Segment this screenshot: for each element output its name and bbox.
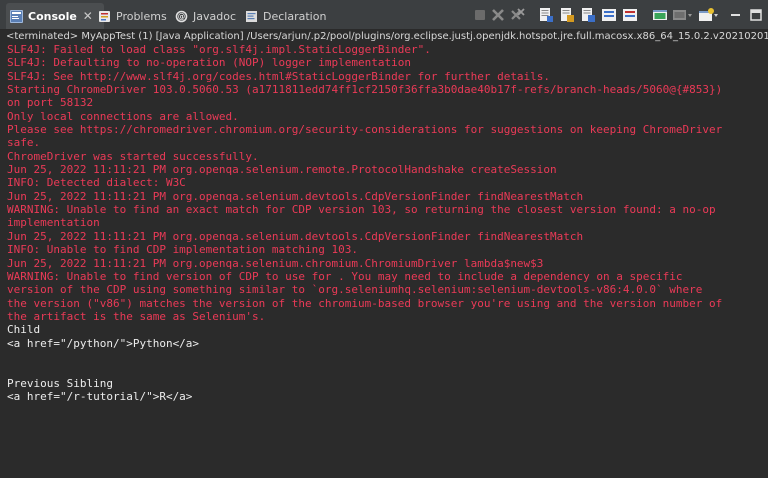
- console-line: INFO: Detected dialect: W3C: [7, 176, 186, 190]
- word-wrap-icon[interactable]: [559, 7, 575, 23]
- new-console-view-icon[interactable]: [698, 7, 720, 23]
- declaration-icon: [245, 10, 258, 23]
- open-console-icon[interactable]: [672, 7, 694, 23]
- console-line: WARNING: Unable to find an exact match f…: [7, 203, 716, 217]
- tab-label: Javadoc: [193, 9, 236, 23]
- remove-all-terminated-icon[interactable]: [510, 7, 526, 23]
- view-tab-bar: Console ✕ Problems @ Javadoc Declaration: [0, 0, 768, 30]
- console-line: Starting ChromeDriver 103.0.5060.53 (a17…: [7, 83, 723, 97]
- console-line: Jun 25, 2022 11:11:21 PM org.openqa.sele…: [7, 229, 584, 243]
- console-line: Child: [7, 323, 41, 337]
- console-line: Only local connections are allowed.: [7, 109, 239, 123]
- console-line: the artifact is the same as Selenium's.: [7, 309, 266, 323]
- scroll-lock-icon[interactable]: [538, 7, 554, 23]
- console-line: version of the CDP using something simil…: [7, 283, 703, 297]
- svg-text:@: @: [178, 12, 186, 21]
- tab-javadoc[interactable]: @ Javadoc: [175, 3, 245, 29]
- tab-problems[interactable]: Problems: [98, 3, 174, 29]
- console-line: Jun 25, 2022 11:11:21 PM org.openqa.sele…: [7, 189, 584, 203]
- console-line: SLF4J: See http://www.slf4j.org/codes.ht…: [7, 69, 551, 83]
- tab-label: Console: [28, 9, 77, 23]
- tab-console[interactable]: Console ✕: [6, 3, 104, 29]
- console-line: on port 58132: [7, 96, 94, 110]
- remove-launch-icon[interactable]: [490, 7, 506, 23]
- console-line: ChromeDriver was started successfully.: [7, 149, 259, 163]
- tab-label: Declaration: [263, 9, 327, 23]
- console-line: INFO: Unable to find CDP implementation …: [7, 243, 358, 257]
- console-icon: [10, 9, 23, 23]
- console-line: Jun 25, 2022 11:11:21 PM org.openqa.sele…: [7, 256, 544, 270]
- terminate-icon[interactable]: [472, 7, 488, 23]
- console-line: SLF4J: Failed to load class "org.slf4j.i…: [7, 43, 431, 56]
- console-view: Console ✕ Problems @ Javadoc Declaration: [0, 0, 768, 478]
- minimize-icon[interactable]: [728, 7, 744, 23]
- show-stderr-icon[interactable]: [601, 7, 617, 23]
- console-line: <a href="/r-tutorial/">R</a>: [7, 389, 193, 403]
- console-line: WARNING: Unable to find version of CDP t…: [7, 269, 683, 283]
- console-line: Previous Sibling: [7, 376, 113, 390]
- console-line: the version ("v86") matches the version …: [7, 296, 723, 310]
- console-line: implementation: [7, 216, 100, 230]
- tab-declaration[interactable]: Declaration: [245, 3, 330, 29]
- console-output[interactable]: SLF4J: Failed to load class "org.slf4j.i…: [0, 43, 768, 478]
- javadoc-icon: @: [175, 10, 188, 23]
- console-line: <a href="/python/">Python</a>: [7, 336, 200, 350]
- console-line: Jun 25, 2022 11:11:21 PM org.openqa.sele…: [7, 163, 557, 177]
- tab-label: Problems: [116, 9, 167, 23]
- maximize-icon[interactable]: [748, 7, 764, 23]
- console-line: safe.: [7, 136, 41, 150]
- console-line: Please see https://chromedriver.chromium…: [7, 123, 723, 137]
- process-description: <terminated> MyAppTest (1) [Java Applica…: [0, 30, 768, 44]
- close-tab-icon[interactable]: ✕: [83, 9, 93, 23]
- display-selected-console-icon[interactable]: [652, 7, 668, 23]
- show-stdout-icon[interactable]: [580, 7, 596, 23]
- pin-console-icon[interactable]: [622, 7, 638, 23]
- console-line: SLF4J: Defaulting to no-operation (NOP) …: [7, 56, 411, 70]
- problems-icon: [98, 10, 111, 23]
